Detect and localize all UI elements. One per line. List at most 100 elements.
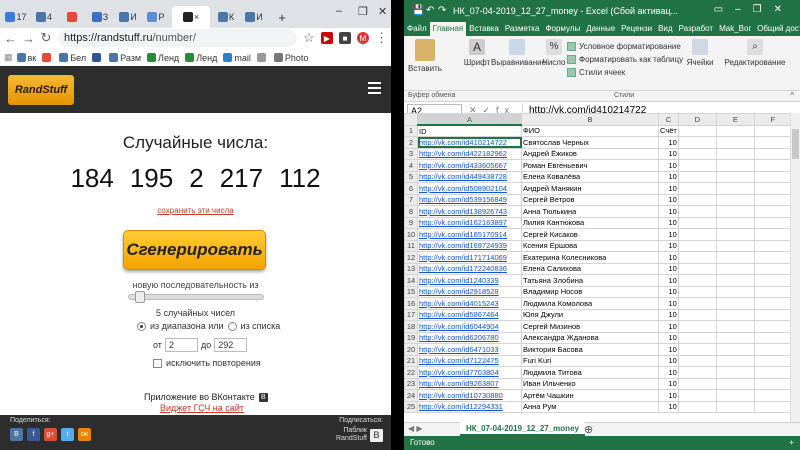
cell[interactable]: Артём Чашкин [521, 389, 659, 402]
row-header[interactable]: 21 [404, 354, 418, 367]
cell[interactable] [753, 147, 792, 160]
bookmark-item[interactable]: вк [16, 53, 36, 63]
cell[interactable] [677, 331, 717, 344]
cell[interactable] [753, 377, 792, 390]
cell[interactable]: http://vk.com/id7703804 [417, 366, 522, 379]
cell[interactable]: Елена Салихова [521, 262, 659, 275]
cell[interactable] [753, 205, 792, 218]
cell[interactable]: http://vk.com/id449438728 [417, 170, 522, 183]
bookmark-item[interactable]: Разм [109, 53, 141, 63]
cell[interactable] [753, 308, 792, 321]
cell[interactable]: http://vk.com/id12294331 [417, 400, 522, 413]
column-header[interactable]: D [677, 113, 717, 126]
cell[interactable]: http://vk.com/id6044904 [417, 320, 522, 333]
cell[interactable]: 10 [658, 389, 679, 402]
cell[interactable] [715, 366, 755, 379]
cell[interactable]: 10 [658, 354, 679, 367]
cell[interactable]: http://vk.com/id1240339 [417, 274, 522, 287]
cell[interactable] [753, 320, 792, 333]
cell[interactable]: Виктория Басова [521, 343, 659, 356]
cell[interactable] [753, 124, 792, 137]
cell[interactable] [677, 366, 717, 379]
close-tab-icon[interactable]: × [194, 12, 199, 22]
cell[interactable]: Святослав Черных [521, 136, 659, 149]
row-header[interactable]: 1 [404, 124, 418, 137]
ribbon-tab[interactable]: Вставка [466, 22, 502, 36]
share-google-plus-icon[interactable]: g+ [44, 428, 57, 441]
cell[interactable]: http://vk.com/id138926743 [417, 205, 522, 218]
sheet-tab[interactable]: НК_07-04-2019_12_27_money [460, 422, 585, 436]
cell[interactable] [753, 354, 792, 367]
ribbon-tab[interactable]: Разработ [676, 22, 717, 36]
cell[interactable] [677, 308, 717, 321]
row-header[interactable]: 24 [404, 389, 418, 402]
cond-format-button[interactable]: Условное форматирование [567, 40, 683, 53]
cell[interactable]: Андрей Манякин [521, 182, 659, 195]
ribbon-tab[interactable]: Файл [404, 22, 430, 36]
cell[interactable] [715, 124, 755, 137]
radio-list[interactable] [227, 321, 237, 331]
vertical-scrollbar[interactable] [790, 113, 800, 422]
site-logo[interactable]: RandStuff [8, 75, 74, 105]
cell[interactable]: http://vk.com/id9263807 [417, 377, 522, 390]
paste-button[interactable]: Вставить [408, 39, 442, 73]
browser-tab[interactable]: З [88, 6, 112, 28]
row-header[interactable]: 13 [404, 262, 418, 275]
cell[interactable] [677, 251, 717, 264]
cell[interactable]: Furi Kuri [521, 354, 659, 367]
ribbon-tab[interactable]: Вид [655, 22, 675, 36]
row-header[interactable]: 6 [404, 182, 418, 195]
forward-icon[interactable]: → [22, 31, 35, 46]
cell[interactable] [677, 354, 717, 367]
cell[interactable]: http://vk.com/id539156849 [417, 193, 522, 206]
bookmark-item[interactable]: Ленд [147, 53, 179, 63]
cell[interactable]: 10 [658, 228, 679, 241]
from-input[interactable]: 2 [164, 338, 198, 352]
add-sheet-icon[interactable]: ⊕ [584, 423, 593, 436]
share-odnoklassniki-icon[interactable]: ок [78, 428, 91, 441]
column-header[interactable]: A [417, 113, 522, 126]
cell[interactable]: 10 [658, 274, 679, 287]
cell[interactable] [753, 274, 792, 287]
cell[interactable]: http://vk.com/id410214722 [417, 136, 522, 149]
ribbon-tab[interactable]: Рецензи [618, 22, 655, 36]
cell[interactable] [753, 193, 792, 206]
ribbon-tab[interactable]: Mak_Bor [716, 22, 754, 36]
cell[interactable] [753, 331, 792, 344]
row-header[interactable]: 16 [404, 297, 418, 310]
maximize-icon[interactable]: ❐ [358, 5, 368, 18]
cell[interactable]: http://vk.com/id165170914 [417, 228, 522, 241]
cell[interactable]: Лилия Кантюкова [521, 216, 659, 229]
cell[interactable] [677, 228, 717, 241]
cell[interactable] [715, 331, 755, 344]
cell[interactable]: 10 [658, 366, 679, 379]
cell[interactable]: 10 [658, 205, 679, 218]
cell[interactable]: Иван Ильченко [521, 377, 659, 390]
cell[interactable] [753, 239, 792, 252]
bookmark-item[interactable] [256, 53, 268, 63]
save-icon[interactable]: 💾 [412, 5, 424, 16]
cell[interactable] [715, 389, 755, 402]
cell[interactable]: Анна Рум [521, 400, 659, 413]
bookmark-item[interactable]: mail [223, 53, 251, 63]
column-header[interactable]: F [753, 113, 792, 126]
cell[interactable] [715, 182, 755, 195]
cell[interactable]: ID [417, 124, 522, 137]
zoom-in-icon[interactable]: + [789, 436, 794, 450]
cell[interactable]: http://vk.com/id171714069 [417, 251, 522, 264]
cell[interactable]: Людмила Титова [521, 366, 659, 379]
save-numbers-link[interactable]: сохранить эти числа [0, 206, 391, 215]
cell[interactable] [715, 228, 755, 241]
row-header[interactable]: 17 [404, 308, 418, 321]
row-header[interactable]: 18 [404, 320, 418, 333]
ribbon-tab[interactable]: Общий доступ [754, 22, 800, 36]
cell[interactable]: Сергей Мизинов [521, 320, 659, 333]
editing-button[interactable]: ⌕ Редактирование [720, 39, 790, 67]
cell[interactable]: http://vk.com/id6471033 [417, 343, 522, 356]
cell[interactable]: http://vk.com/id4015243 [417, 297, 522, 310]
cell[interactable]: 10 [658, 331, 679, 344]
browser-tab[interactable] [60, 6, 84, 28]
row-header[interactable]: 5 [404, 170, 418, 183]
cell[interactable] [753, 285, 792, 298]
cell[interactable]: 10 [658, 400, 679, 413]
